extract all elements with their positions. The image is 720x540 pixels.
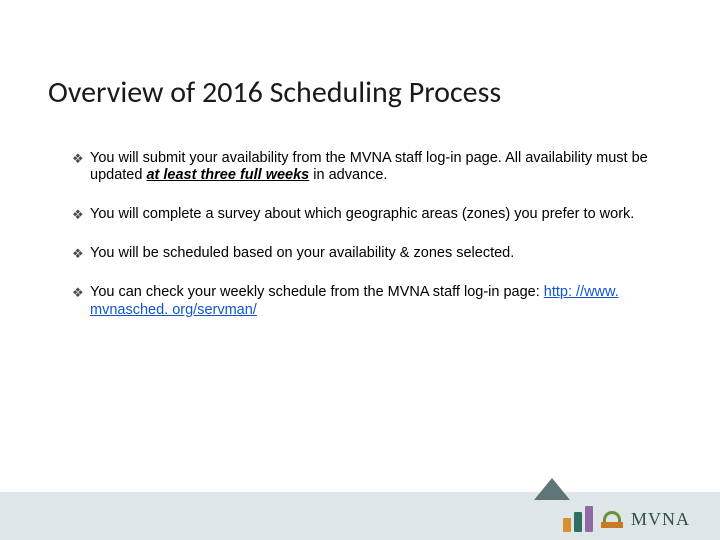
emphasis-text: at least three full weeks (146, 167, 309, 183)
diamond-bullet-icon: ❖ (72, 285, 84, 300)
diamond-bullet-icon: ❖ (72, 151, 84, 166)
bullet-text: You will be scheduled based on your avai… (90, 245, 514, 261)
logo-arch-icon (601, 511, 623, 528)
bullet-text: You can check your weekly schedule from … (90, 284, 619, 317)
bullet-item: ❖ You will be scheduled based on your av… (72, 245, 648, 262)
slide-title: Overview of 2016 Scheduling Process (48, 74, 501, 111)
body: ❖ You will submit your availability from… (72, 150, 648, 341)
mvna-logo: MVNA (563, 506, 690, 532)
diamond-bullet-icon: ❖ (72, 246, 84, 261)
diamond-bullet-icon: ❖ (72, 207, 84, 222)
logo-bars-icon (563, 506, 593, 532)
bullet-item: ❖ You will submit your availability from… (72, 150, 648, 184)
triangle-icon (534, 478, 570, 500)
bullet-text: You will complete a survey about which g… (90, 206, 634, 222)
text-run: in advance. (309, 167, 387, 183)
text-run: You can check your weekly schedule from … (90, 284, 544, 300)
footer: MVNA (0, 482, 720, 540)
logo-text: MVNA (631, 509, 690, 530)
bullet-item: ❖ You will complete a survey about which… (72, 206, 648, 223)
bullet-text: You will submit your availability from t… (90, 150, 648, 183)
slide: Overview of 2016 Scheduling Process ❖ Yo… (0, 0, 720, 540)
bullet-item: ❖ You can check your weekly schedule fro… (72, 284, 648, 318)
